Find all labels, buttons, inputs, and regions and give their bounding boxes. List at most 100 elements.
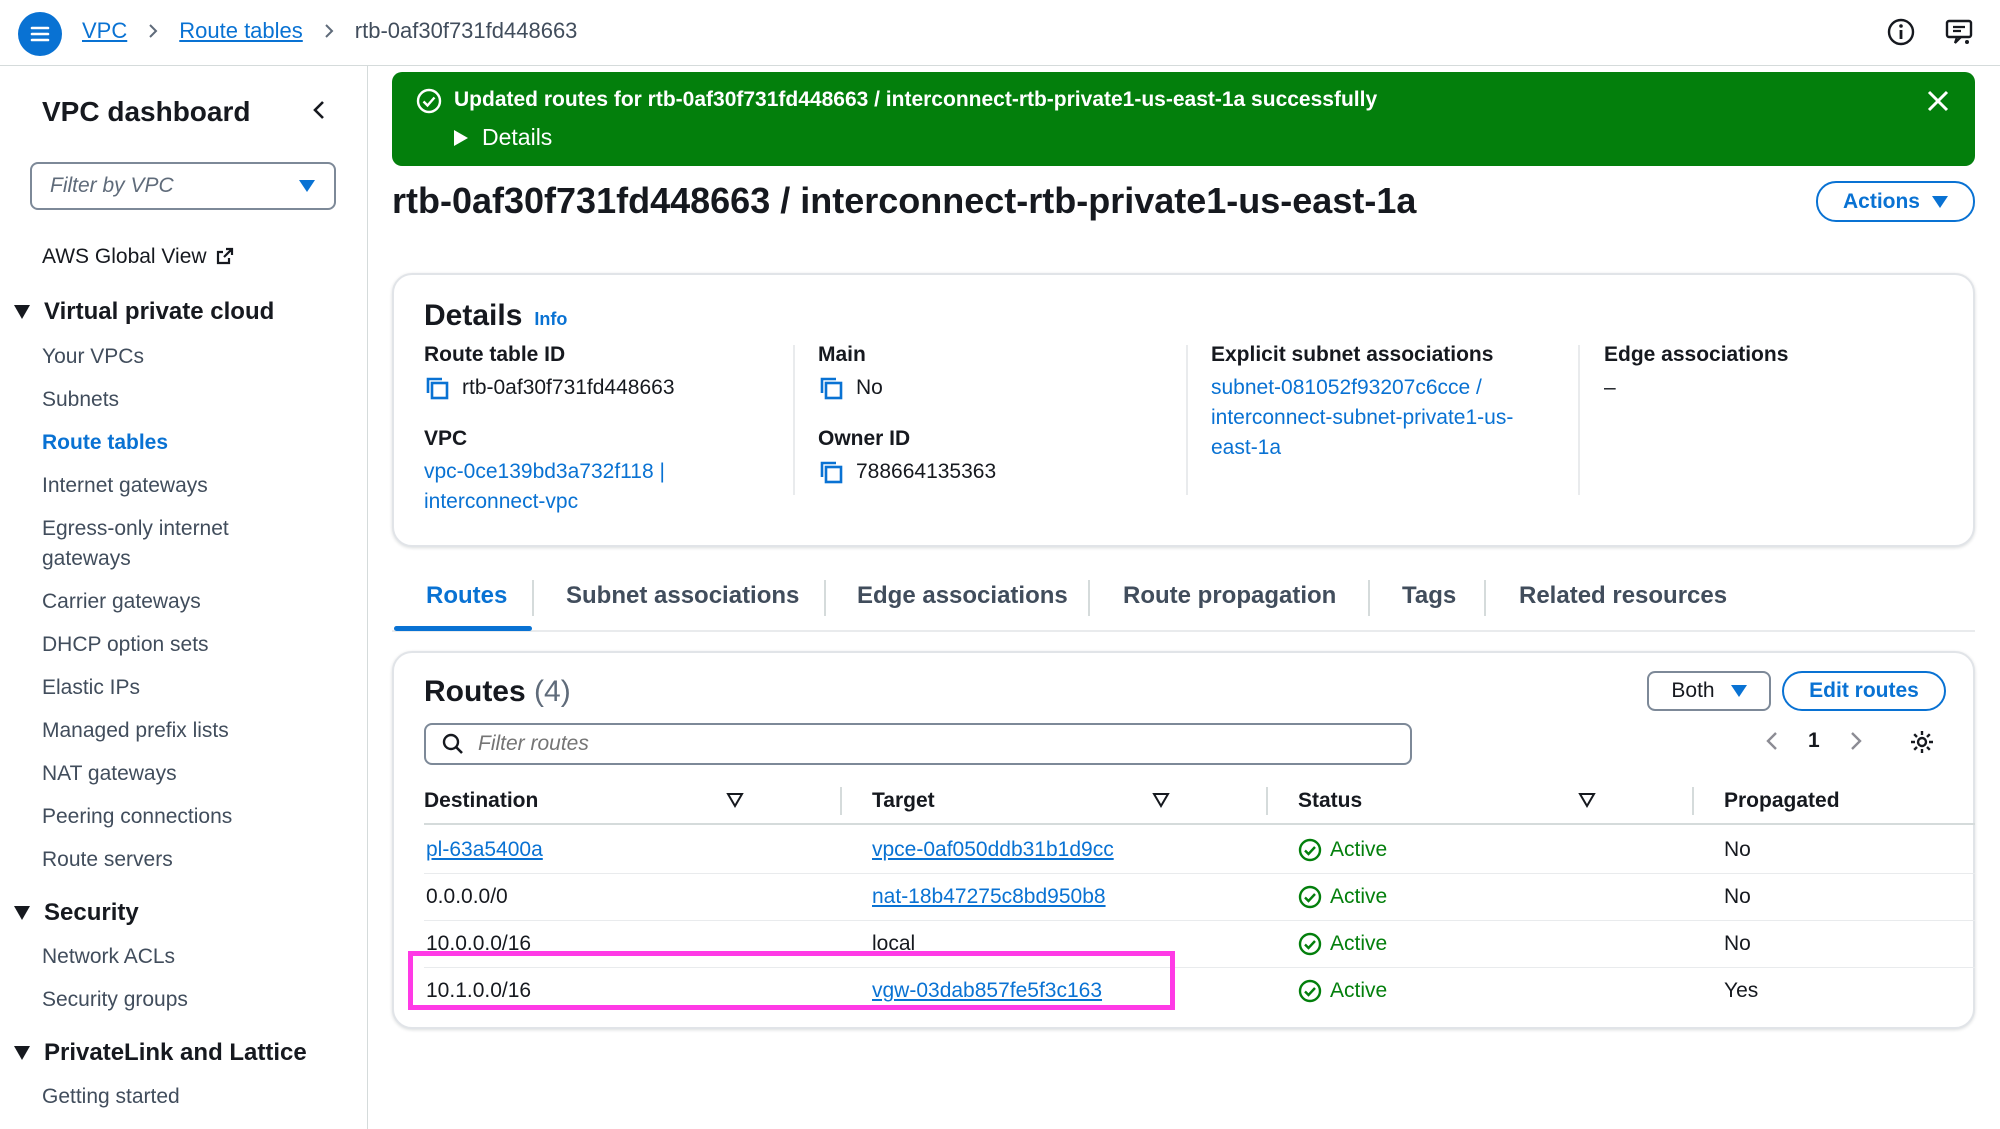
owner-id-value: 788664135363	[818, 457, 996, 487]
sidebar-section-privatelink-and-lattice[interactable]: PrivateLink and Lattice	[14, 1039, 307, 1067]
column-resizer[interactable]	[1266, 787, 1268, 815]
search-icon	[442, 733, 463, 754]
tab-route-propagation[interactable]: Route propagation	[1123, 582, 1336, 610]
chevron-right-icon[interactable]	[1848, 730, 1864, 752]
main-value-text: No	[856, 376, 883, 399]
tab-divider	[1088, 580, 1090, 616]
column-divider	[793, 345, 795, 495]
status-text: Active	[1330, 932, 1388, 955]
feedback-icon[interactable]	[1944, 17, 1974, 47]
chevron-right-icon	[145, 23, 161, 39]
column-resizer[interactable]	[840, 787, 842, 815]
column-divider	[1578, 345, 1580, 495]
sort-icon[interactable]	[1152, 791, 1170, 809]
sidebar-item-getting-started[interactable]: Getting started	[42, 1082, 180, 1112]
breadcrumb-route-tables[interactable]: Route tables	[179, 18, 303, 44]
routes-heading: Routes	[424, 675, 526, 708]
vpc-filter-select[interactable]: Filter by VPC	[30, 162, 336, 210]
status-text: Active	[1330, 979, 1388, 1002]
column-header-target[interactable]: Target	[872, 781, 935, 821]
filter-routes-input[interactable]	[478, 732, 1394, 756]
route-type-select[interactable]: Both	[1647, 671, 1771, 711]
tab-divider	[1484, 580, 1486, 616]
edit-routes-button[interactable]: Edit routes	[1782, 671, 1946, 711]
tab-edge-associations[interactable]: Edge associations	[857, 582, 1068, 610]
sidebar-item-global-view[interactable]: AWS Global View	[42, 242, 235, 272]
details-column-1: Route table ID rtb-0af30f731fd448663 VPC…	[424, 343, 675, 517]
tab-routes[interactable]: Routes	[426, 582, 507, 610]
sidebar-item-subnets[interactable]: Subnets	[42, 385, 119, 415]
route-table-id-text: rtb-0af30f731fd448663	[462, 376, 675, 399]
sidebar-item-carrier-gateways[interactable]: Carrier gateways	[42, 587, 201, 617]
gear-icon[interactable]	[1909, 729, 1935, 755]
sidebar-item-route-tables[interactable]: Route tables	[42, 428, 168, 458]
details-column-4: Edge associations –	[1604, 343, 1788, 403]
section-label: Virtual private cloud	[44, 298, 275, 325]
flash-details-label: Details	[482, 124, 553, 150]
vpc-link-line2[interactable]: interconnect-vpc	[424, 487, 675, 517]
destination-link[interactable]: pl-63a5400a	[426, 838, 543, 862]
target-link[interactable]: vpce-0af050ddb31b1d9cc	[872, 838, 1114, 862]
actions-label: Actions	[1842, 189, 1920, 213]
breadcrumb: VPC Route tables rtb-0af30f731fd448663	[82, 18, 577, 44]
sort-icon[interactable]	[726, 791, 744, 809]
sidebar-item-peering-connections[interactable]: Peering connections	[42, 802, 232, 832]
target-link[interactable]: nat-18b47275c8bd950b8	[872, 885, 1106, 909]
column-resizer[interactable]	[1692, 787, 1694, 815]
route-table-id-value: rtb-0af30f731fd448663	[424, 373, 675, 403]
sidebar-item-elastic-ips[interactable]: Elastic IPs	[42, 673, 140, 703]
main-label: Main	[818, 343, 866, 366]
actions-button[interactable]: Actions	[1816, 181, 1975, 222]
sidebar-item-your-vpcs[interactable]: Your VPCs	[42, 342, 144, 372]
details-panel: Details Info Route table ID rtb-0af30f73…	[392, 273, 1975, 547]
caret-down-icon	[14, 305, 30, 319]
sidebar-item-security-groups[interactable]: Security groups	[42, 985, 188, 1015]
info-icon[interactable]	[1886, 17, 1916, 47]
propagated-value: No	[1724, 932, 1751, 955]
page-number[interactable]: 1	[1808, 729, 1820, 753]
caret-right-icon	[454, 129, 468, 146]
sidebar-section-virtual-private-cloud[interactable]: Virtual private cloud	[14, 298, 274, 326]
tab-subnet-associations[interactable]: Subnet associations	[566, 582, 799, 610]
breadcrumb-current: rtb-0af30f731fd448663	[354, 18, 578, 43]
vpc-filter-placeholder: Filter by VPC	[50, 174, 174, 197]
routes-count: (4)	[534, 675, 571, 708]
tab-tags[interactable]: Tags	[1402, 582, 1456, 610]
subnet-association-link-line3[interactable]: east-1a	[1211, 433, 1513, 463]
close-icon[interactable]	[1923, 86, 1953, 116]
chevron-left-icon[interactable]	[308, 98, 332, 122]
copy-icon[interactable]	[424, 375, 450, 401]
active-tab-indicator	[394, 626, 532, 631]
caret-down-icon	[14, 1046, 30, 1060]
section-label: PrivateLink and Lattice	[44, 1039, 307, 1066]
sidebar-item-nat-gateways[interactable]: NAT gateways	[42, 759, 177, 789]
propagated-value: Yes	[1724, 979, 1759, 1002]
sidebar-item-dhcp-option-sets[interactable]: DHCP option sets	[42, 630, 209, 660]
destination-value: 0.0.0.0/0	[426, 885, 508, 908]
menu-button[interactable]	[18, 12, 62, 56]
subnet-association-link-line2[interactable]: interconnect-subnet-private1-us-	[1211, 403, 1513, 433]
sidebar-item-route-servers[interactable]: Route servers	[42, 845, 173, 875]
sidebar-item-egress-only-internet-gateways[interactable]: Egress-only internet gateways	[42, 514, 302, 574]
subnet-association-link-line1[interactable]: subnet-081052f93207c6cce /	[1211, 373, 1513, 403]
sort-icon[interactable]	[1578, 791, 1596, 809]
filter-routes-box	[424, 723, 1412, 765]
column-header-destination[interactable]: Destination	[424, 781, 538, 821]
copy-icon[interactable]	[818, 459, 844, 485]
status-text: Active	[1330, 885, 1388, 908]
copy-icon[interactable]	[818, 375, 844, 401]
column-header-status[interactable]: Status	[1298, 781, 1362, 821]
flash-details-toggle[interactable]: Details	[454, 124, 552, 151]
sidebar-section-security[interactable]: Security	[14, 899, 139, 927]
tab-related-resources[interactable]: Related resources	[1519, 582, 1727, 610]
breadcrumb-vpc[interactable]: VPC	[82, 18, 127, 44]
explicit-subnet-associations-label: Explicit subnet associations	[1211, 343, 1494, 366]
vpc-link-line1[interactable]: vpc-0ce139bd3a732f118 |	[424, 457, 675, 487]
sidebar-item-managed-prefix-lists[interactable]: Managed prefix lists	[42, 716, 229, 746]
edge-associations-label: Edge associations	[1604, 343, 1789, 366]
info-link[interactable]: Info	[534, 309, 567, 330]
status-text: Active	[1330, 838, 1388, 861]
chevron-left-icon[interactable]	[1764, 730, 1780, 752]
sidebar-item-network-acls[interactable]: Network ACLs	[42, 942, 175, 972]
sidebar-item-internet-gateways[interactable]: Internet gateways	[42, 471, 208, 501]
